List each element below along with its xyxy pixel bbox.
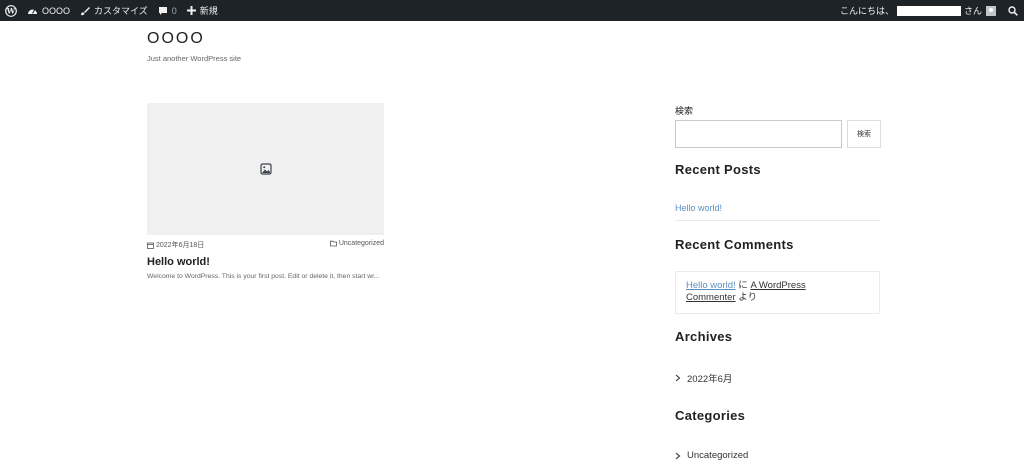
recent-posts-title: Recent Posts bbox=[675, 162, 761, 177]
post-thumbnail-placeholder[interactable] bbox=[147, 103, 384, 235]
recent-post-link[interactable]: Hello world! bbox=[675, 203, 880, 213]
search-button[interactable]: 検索 bbox=[847, 120, 881, 148]
post-date: 2022年6月18日 bbox=[147, 240, 204, 250]
category-item[interactable]: Uncategorized bbox=[675, 450, 880, 461]
post-excerpt: Welcome to WordPress. This is your first… bbox=[147, 273, 380, 280]
site-description: Just another WordPress site bbox=[147, 54, 242, 63]
wordpress-logo-button[interactable]: W bbox=[0, 0, 22, 21]
comment-bubble-icon bbox=[158, 6, 167, 15]
comment-author-link-1[interactable]: A WordPress bbox=[750, 280, 805, 291]
username-redacted bbox=[896, 5, 961, 16]
san-text: さん bbox=[963, 6, 982, 16]
avatar bbox=[986, 5, 996, 16]
admin-bar: W OOOO カスタマイズ 0 新規 こんにちは、 さん bbox=[0, 0, 1024, 21]
new-label: 新規 bbox=[199, 6, 218, 16]
post-category[interactable]: Uncategorized bbox=[329, 240, 384, 247]
greeting-text: こんにちは、 bbox=[839, 6, 894, 16]
recent-comments-title: Recent Comments bbox=[675, 237, 794, 252]
chevron-right-icon bbox=[675, 374, 681, 382]
new-content-button[interactable]: 新規 bbox=[182, 0, 223, 21]
category-item-label[interactable]: Uncategorized bbox=[687, 450, 748, 461]
image-placeholder-icon bbox=[259, 163, 272, 175]
admin-search-button[interactable] bbox=[1000, 0, 1024, 21]
divider bbox=[675, 220, 880, 221]
wordpress-logo-icon: W bbox=[5, 4, 17, 17]
comment-yori: より bbox=[738, 292, 758, 303]
comment-author-link-2[interactable]: Commenter bbox=[686, 292, 736, 303]
categories-title: Categories bbox=[675, 408, 746, 423]
comments-count: 0 bbox=[171, 5, 177, 16]
admin-bar-right: こんにちは、 さん bbox=[835, 0, 1024, 21]
site-title[interactable]: OOOO bbox=[147, 30, 205, 48]
brush-icon bbox=[81, 6, 91, 15]
customize-label: カスタマイズ bbox=[94, 6, 148, 16]
my-account-button[interactable]: こんにちは、 さん bbox=[835, 0, 1000, 21]
post-category-text[interactable]: Uncategorized bbox=[339, 240, 384, 247]
archive-item[interactable]: 2022年6月 bbox=[675, 371, 880, 385]
search-icon bbox=[1008, 5, 1018, 16]
svg-text:W: W bbox=[6, 6, 16, 15]
calendar-icon bbox=[147, 242, 154, 249]
folder-icon bbox=[329, 240, 337, 247]
post-date-text: 2022年6月18日 bbox=[156, 242, 205, 249]
site-name-button[interactable]: OOOO bbox=[22, 0, 75, 21]
search-label: 検索 bbox=[675, 106, 694, 116]
search-input[interactable] bbox=[675, 120, 842, 148]
comment-ni: に bbox=[738, 280, 748, 291]
plus-icon bbox=[186, 6, 196, 15]
site-name-label: OOOO bbox=[42, 5, 71, 16]
dashboard-icon bbox=[28, 9, 37, 14]
chevron-right-icon bbox=[675, 452, 681, 459]
archive-item-label[interactable]: 2022年6月 bbox=[687, 371, 732, 385]
comment-post-link[interactable]: Hello world! bbox=[686, 280, 736, 291]
recent-comment-text: Hello world! に A WordPress Commenter より bbox=[686, 280, 866, 304]
comments-button[interactable]: 0 bbox=[153, 0, 182, 21]
archives-title: Archives bbox=[675, 329, 733, 344]
customize-button[interactable]: カスタマイズ bbox=[75, 0, 153, 21]
recent-comment-box: Hello world! に A WordPress Commenter より bbox=[675, 271, 880, 314]
post-title[interactable]: Hello world! bbox=[147, 256, 210, 268]
